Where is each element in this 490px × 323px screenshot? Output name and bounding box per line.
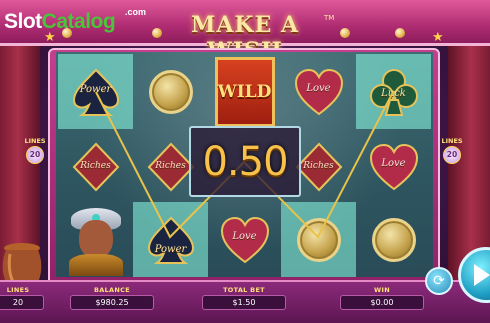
riches-diamond-symbol: Riches bbox=[70, 141, 122, 193]
gold-coin-symbol bbox=[296, 217, 341, 262]
luck-club-symbol: Luck bbox=[368, 66, 420, 118]
lines-stat: LINES 20 bbox=[0, 286, 44, 310]
symbol-label: Power bbox=[79, 83, 112, 95]
genie-body bbox=[68, 253, 123, 276]
wild-label: WILD bbox=[217, 81, 272, 102]
lines-value[interactable]: 20 bbox=[0, 295, 44, 310]
balance-label: BALANCE bbox=[94, 286, 130, 294]
symbol-label: Riches bbox=[80, 160, 111, 171]
reel-cell bbox=[356, 202, 431, 277]
balance-value: $980.25 bbox=[70, 295, 154, 310]
lines-indicator-left: LINES 20 bbox=[21, 137, 49, 164]
wild-symbol: WILD bbox=[214, 56, 275, 127]
win-amount-display: 0.50 bbox=[189, 126, 301, 197]
reel-cell bbox=[133, 54, 208, 129]
trademark-mark: TM bbox=[324, 14, 335, 22]
reel-cell: Love bbox=[356, 129, 431, 204]
power-spade-symbol: Power bbox=[70, 66, 122, 118]
gold-coin-symbol bbox=[148, 69, 193, 114]
spade-icon bbox=[147, 216, 194, 264]
reel-cell: Love bbox=[207, 202, 282, 277]
gold-coin-symbol bbox=[371, 217, 416, 262]
game-title: MAKE A WISH bbox=[190, 12, 300, 64]
lines-label: LINES bbox=[6, 286, 30, 294]
total-bet-stat: TOTAL BET $1.50 bbox=[202, 286, 286, 310]
symbol-label: Love bbox=[232, 230, 257, 242]
watermark-catalog: Catalog bbox=[41, 10, 116, 33]
genie-symbol bbox=[61, 204, 131, 276]
lines-indicator-right: LINES 20 bbox=[438, 137, 466, 164]
reel-cell: Power bbox=[133, 202, 208, 277]
play-icon bbox=[474, 264, 490, 286]
symbol-label: Love bbox=[306, 82, 331, 94]
genie-face bbox=[78, 219, 113, 258]
reel-cell: WILD bbox=[207, 54, 282, 129]
game-screen: ★ ★ MAKE A WISH TM SlotCatalog .com Powe… bbox=[0, 0, 490, 323]
reel-cell: Riches bbox=[58, 129, 133, 204]
reel-cell: Power bbox=[58, 54, 133, 129]
total-bet-label: TOTAL BET bbox=[223, 286, 265, 294]
love-heart-symbol: Love bbox=[293, 66, 345, 118]
win-label: WIN bbox=[374, 286, 390, 294]
win-stat: WIN $0.00 bbox=[340, 286, 424, 310]
autoplay-button[interactable]: ⟳ bbox=[425, 267, 453, 295]
star-icon: ★ bbox=[432, 30, 444, 45]
symbol-label: Love bbox=[381, 157, 406, 169]
love-heart-symbol: Love bbox=[368, 141, 420, 193]
reel-cell: Luck bbox=[356, 54, 431, 129]
reel-cell bbox=[281, 202, 356, 277]
watermark-slot: Slot bbox=[4, 10, 42, 33]
lines-indicator-value: 20 bbox=[26, 146, 44, 164]
marquee-bulb bbox=[340, 28, 350, 38]
total-bet-value[interactable]: $1.50 bbox=[202, 295, 286, 310]
watermark-logo: SlotCatalog bbox=[4, 10, 116, 34]
reel-cell bbox=[58, 202, 133, 277]
marquee-bulb bbox=[152, 28, 162, 38]
autoplay-icon: ⟳ bbox=[433, 273, 445, 289]
symbol-label: Power bbox=[154, 243, 187, 255]
reel-cell: Love bbox=[281, 54, 356, 129]
lines-indicator-label: LINES bbox=[441, 137, 463, 145]
love-heart-symbol: Love bbox=[219, 214, 271, 266]
marquee-bulb bbox=[395, 28, 405, 38]
win-value: $0.00 bbox=[340, 295, 424, 310]
power-spade-symbol: Power bbox=[145, 214, 197, 266]
symbol-label: Luck bbox=[381, 87, 406, 99]
lines-indicator-value: 20 bbox=[443, 146, 461, 164]
lines-indicator-label: LINES bbox=[24, 137, 46, 145]
win-amount: 0.50 bbox=[202, 138, 288, 185]
balance-stat: BALANCE $980.25 bbox=[70, 286, 154, 310]
watermark-domain: .com bbox=[125, 7, 147, 17]
